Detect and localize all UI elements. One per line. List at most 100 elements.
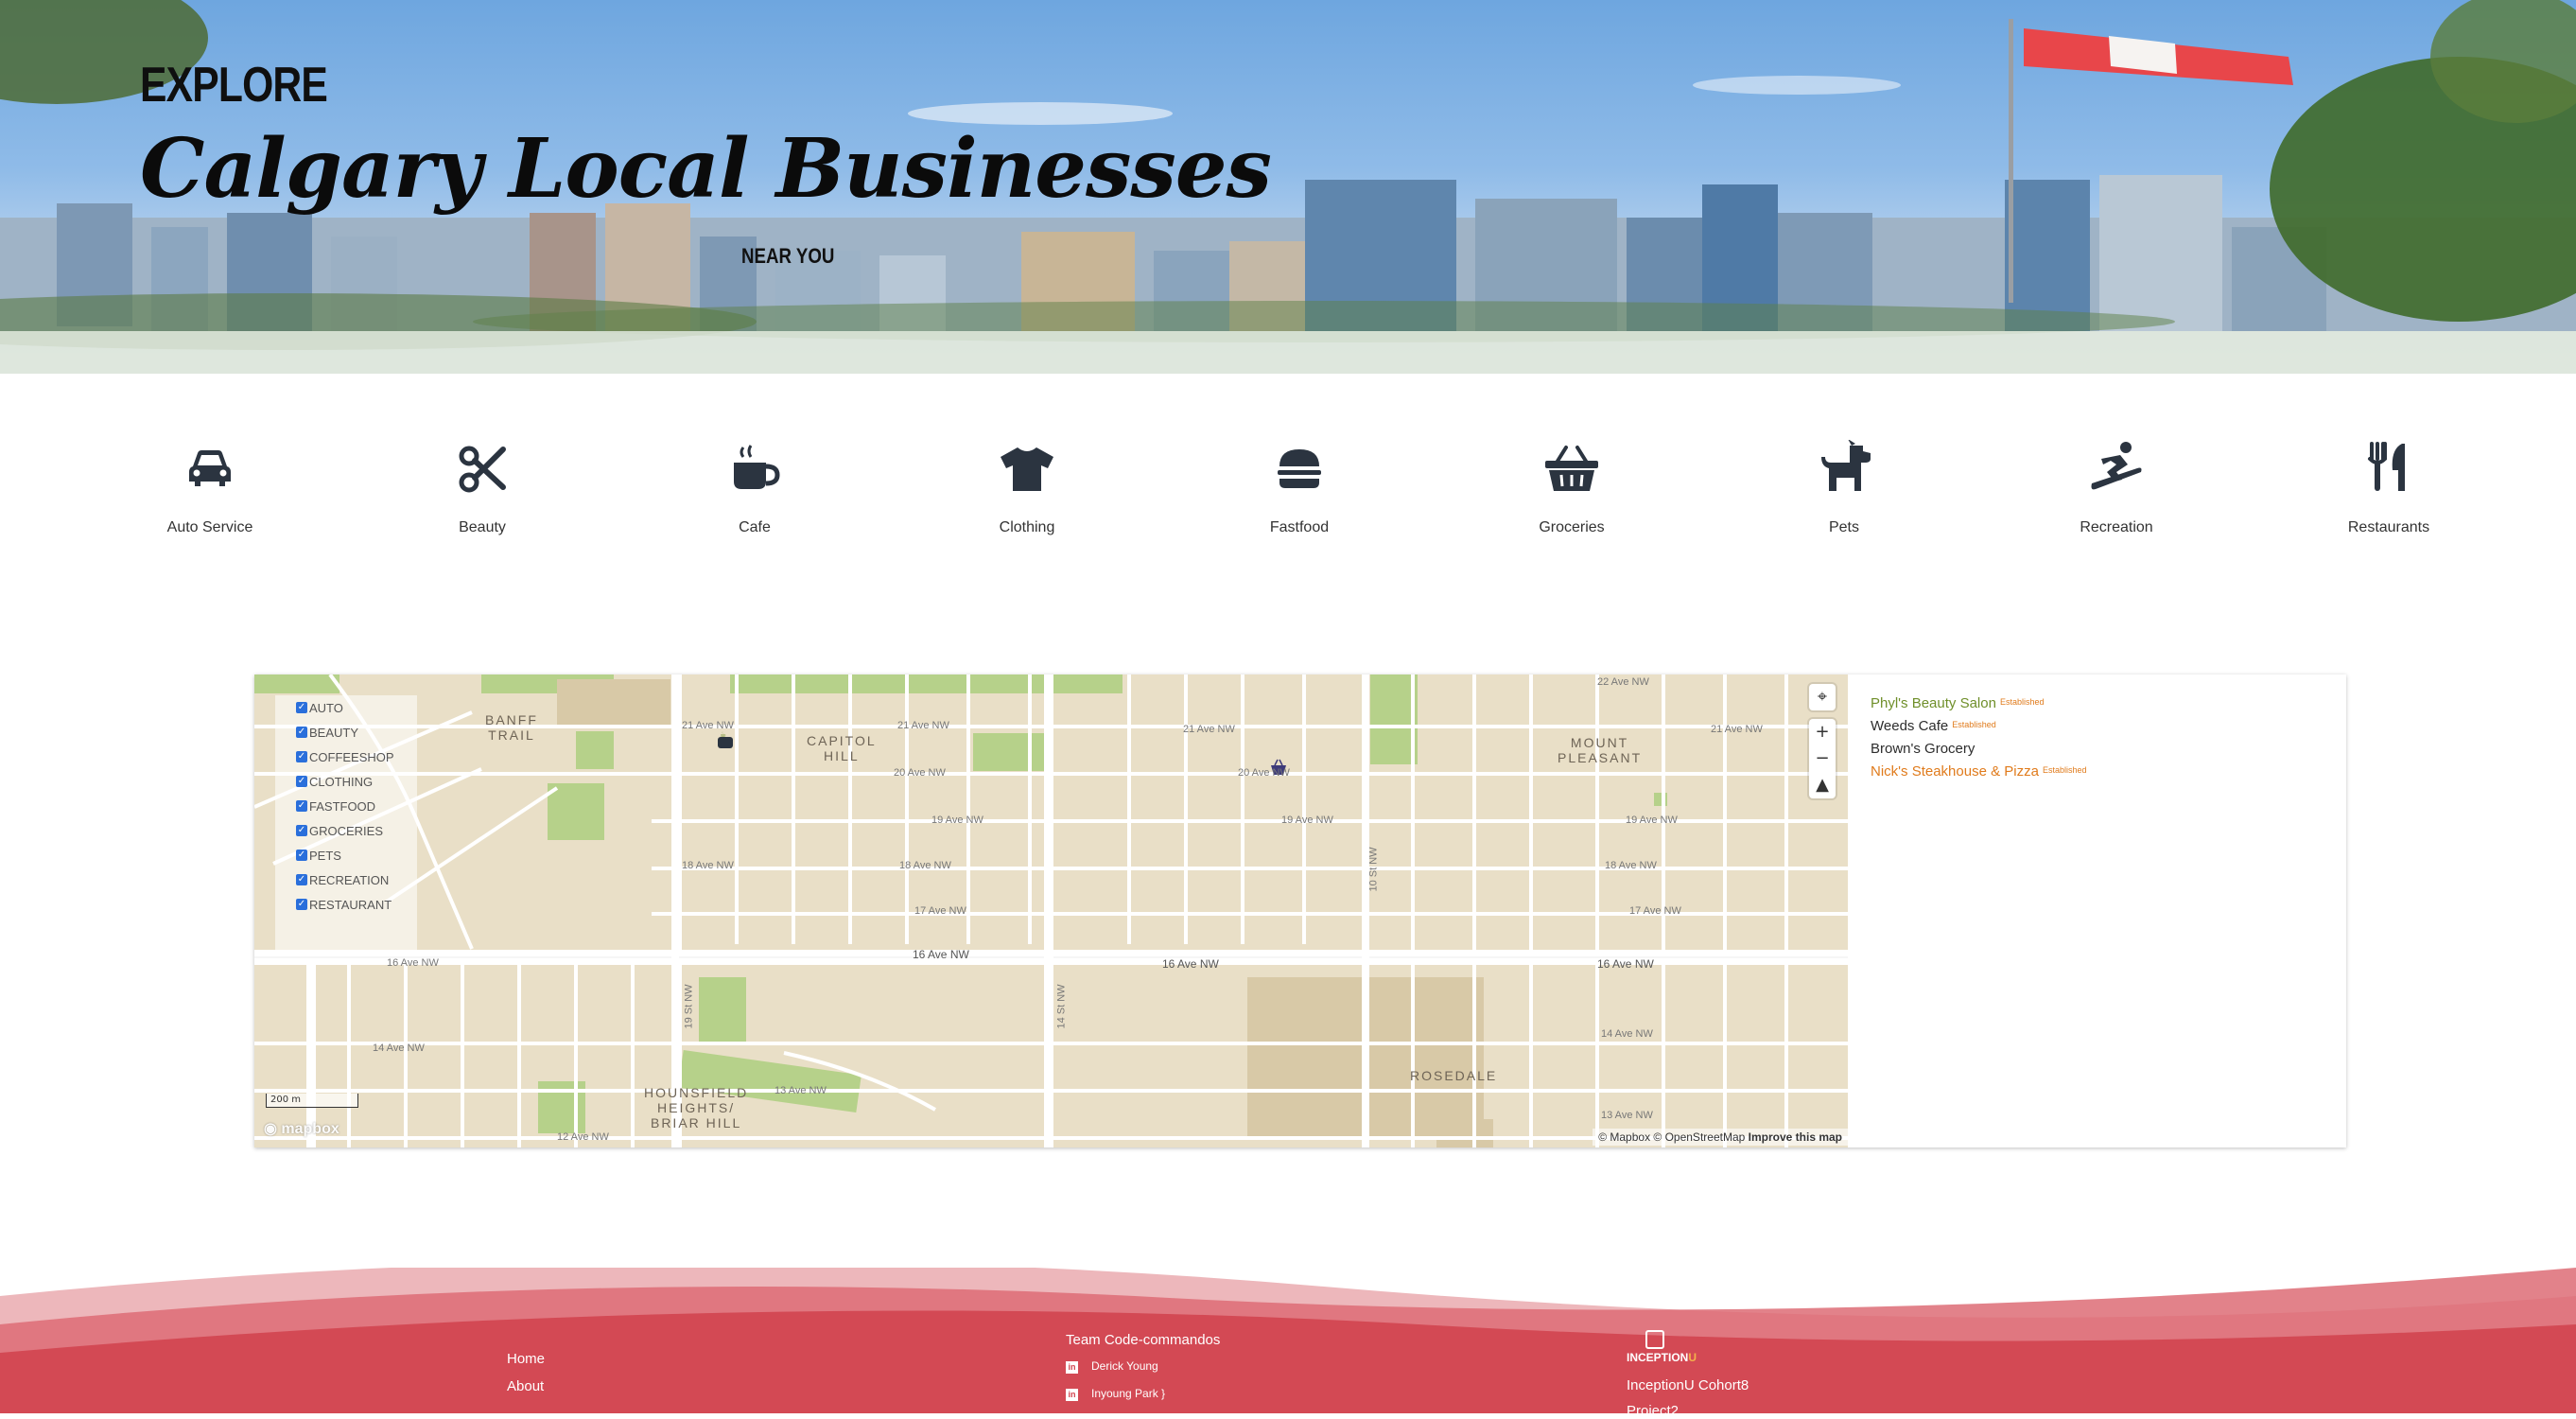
checkbox-icon[interactable]: ✓ xyxy=(296,850,307,861)
dog-icon xyxy=(1821,439,1871,491)
neighbourhood-label-hounsfield: HOUNSFIELD HEIGHTS/BRIAR HILL xyxy=(644,1085,749,1130)
filter-auto[interactable]: ✓ AUTO xyxy=(275,695,417,720)
street-label: 19 St NW xyxy=(683,984,695,1029)
category-label: Recreation xyxy=(2080,519,2153,535)
neighbourhood-label-banff-trail: BANFF TRAIL xyxy=(485,712,538,743)
hero-title: Calgary Local Businesses xyxy=(140,121,1272,217)
filter-groceries[interactable]: ✓ GROCERIES xyxy=(275,818,417,843)
street-label: 16 Ave NW xyxy=(1162,957,1219,971)
checkbox-icon[interactable]: ✓ xyxy=(296,800,307,812)
filter-restaurant[interactable]: ✓ RESTAURANT xyxy=(275,892,417,917)
map-attribution: © Mapbox © OpenStreetMap Improve this ma… xyxy=(1593,1129,1848,1146)
street-label: 21 Ave NW xyxy=(897,720,949,731)
filter-clothing[interactable]: ✓ CLOTHING xyxy=(275,769,417,794)
checkbox-icon[interactable]: ✓ xyxy=(296,899,307,910)
status-badge: Established xyxy=(1999,697,2045,707)
street-label: 21 Ave NW xyxy=(682,720,734,731)
street-label: 17 Ave NW xyxy=(1629,905,1681,917)
street-label: 21 Ave NW xyxy=(1711,724,1763,735)
street-label: 13 Ave NW xyxy=(775,1085,827,1096)
business-item[interactable]: Weeds Cafe Established xyxy=(1871,718,2086,741)
scissors-icon xyxy=(459,446,506,493)
business-item[interactable]: Phyl's Beauty Salon Established xyxy=(1871,695,2086,718)
street-label: 12 Ave NW xyxy=(557,1131,609,1143)
cafe-marker: ☕ xyxy=(718,730,733,748)
utensils-icon xyxy=(2368,442,2405,491)
navigation-control: + − ▲ xyxy=(1809,719,1836,798)
category-recreation[interactable]: Recreation xyxy=(2012,440,2220,536)
business-map[interactable]: ☕ BANFF TRAIL CAPITOL HILL MOUNT PLEASANT R… xyxy=(254,674,1848,1147)
category-auto-service[interactable]: Auto Service xyxy=(106,440,314,536)
svg-text:☕: ☕ xyxy=(720,730,726,739)
mapbox-logo[interactable]: ◉ mapbox xyxy=(264,1119,339,1138)
checkbox-icon[interactable]: ✓ xyxy=(296,874,307,885)
street-label: 17 Ave NW xyxy=(914,905,966,917)
checkbox-icon[interactable]: ✓ xyxy=(296,751,307,762)
street-label: 18 Ave NW xyxy=(1605,860,1657,871)
filter-recreation[interactable]: ✓ RECREATION xyxy=(275,867,417,892)
project-label: Project2 xyxy=(1627,1403,1680,1419)
linkedin-icon: in xyxy=(1066,1389,1078,1401)
business-item[interactable]: Brown's Grocery xyxy=(1871,741,2086,763)
improve-map-link[interactable]: Improve this map xyxy=(1749,1130,1842,1144)
category-pets[interactable]: Pets xyxy=(1740,439,1948,536)
filter-coffeeshop[interactable]: ✓ COFFEESHOP xyxy=(275,745,417,769)
street-label: 19 Ave NW xyxy=(1281,815,1333,826)
car-icon xyxy=(189,450,231,486)
category-label: Auto Service xyxy=(166,519,253,535)
cohort-label: InceptionU Cohort8 xyxy=(1627,1377,1749,1393)
street-label: 20 Ave NW xyxy=(1238,767,1290,779)
street-label: 22 Ave NW xyxy=(1597,676,1649,688)
map-scale: 200 m xyxy=(266,1094,358,1108)
zoom-in-icon[interactable]: + xyxy=(1809,719,1836,745)
team-member-link[interactable]: in Derick Young xyxy=(1066,1359,1158,1374)
checkbox-icon[interactable]: ✓ xyxy=(296,727,307,738)
hero-banner: EXPLORE Calgary Local Businesses NEAR YO… xyxy=(0,0,2576,374)
category-restaurants[interactable]: Restaurants xyxy=(2285,440,2493,536)
team-member-link[interactable]: in Inyoung Park } xyxy=(1066,1387,1165,1401)
neighbourhood-label-mount-pleasant: MOUNT PLEASANT xyxy=(1558,735,1643,765)
street-label: 16 Ave NW xyxy=(1597,957,1654,971)
category-clothing[interactable]: Clothing xyxy=(923,440,1131,536)
snowboard-icon xyxy=(2091,442,2142,490)
street-label: 16 Ave NW xyxy=(387,957,439,969)
business-item[interactable]: Nick's Steakhouse & Pizza Established xyxy=(1871,763,2086,786)
neighbourhood-label-capitol-hill: CAPITOL HILL xyxy=(807,733,877,763)
street-label: 18 Ave NW xyxy=(899,860,951,871)
hero-kicker: EXPLORE xyxy=(140,58,328,113)
brand-mark-icon xyxy=(1645,1330,1664,1349)
basket-icon xyxy=(1545,446,1598,491)
street-label: 19 Ave NW xyxy=(931,815,983,826)
compass-icon[interactable]: ▲ xyxy=(1809,772,1836,798)
business-list: Phyl's Beauty Salon Established Weeds Caf… xyxy=(1871,695,2086,786)
coffee-cup-icon xyxy=(734,445,780,489)
neighbourhood-label-rosedale: ROSEDALE xyxy=(1410,1068,1498,1083)
checkbox-icon[interactable]: ✓ xyxy=(296,825,307,836)
filter-fastfood[interactable]: ✓ FASTFOOD xyxy=(275,794,417,818)
category-fastfood[interactable]: Fastfood xyxy=(1195,440,1403,536)
checkbox-icon[interactable]: ✓ xyxy=(296,702,307,713)
street-label: 16 Ave NW xyxy=(913,948,969,961)
inceptionu-logo[interactable]: INCEPTIONU xyxy=(1627,1330,1697,1364)
map-panel: ☕ BANFF TRAIL CAPITOL HILL MOUNT PLEASANT R… xyxy=(254,674,2346,1147)
category-cafe[interactable]: Cafe xyxy=(651,440,859,536)
street-label: 18 Ave NW xyxy=(682,860,734,871)
category-groceries[interactable]: Groceries xyxy=(1468,440,1676,536)
street-label: 20 Ave NW xyxy=(894,767,946,779)
street-label: 13 Ave NW xyxy=(1601,1110,1653,1121)
category-label: Pets xyxy=(1828,519,1859,535)
street-label: 21 Ave NW xyxy=(1183,724,1235,735)
checkbox-icon[interactable]: ✓ xyxy=(296,776,307,787)
category-label: Fastfood xyxy=(1269,519,1330,535)
geolocate-control[interactable]: ⌖ xyxy=(1809,684,1836,710)
tshirt-icon xyxy=(1001,447,1053,491)
filter-pets[interactable]: ✓ PETS xyxy=(275,843,417,867)
category-label: Clothing xyxy=(999,519,1055,535)
footer-about-link[interactable]: About xyxy=(507,1378,544,1394)
status-badge: Established xyxy=(2042,765,2087,775)
category-beauty[interactable]: Beauty xyxy=(378,440,586,536)
footer-home-link[interactable]: Home xyxy=(507,1351,545,1367)
filter-beauty[interactable]: ✓ BEAUTY xyxy=(275,720,417,745)
locate-icon[interactable]: ⌖ xyxy=(1809,684,1836,710)
zoom-out-icon[interactable]: − xyxy=(1809,745,1836,772)
